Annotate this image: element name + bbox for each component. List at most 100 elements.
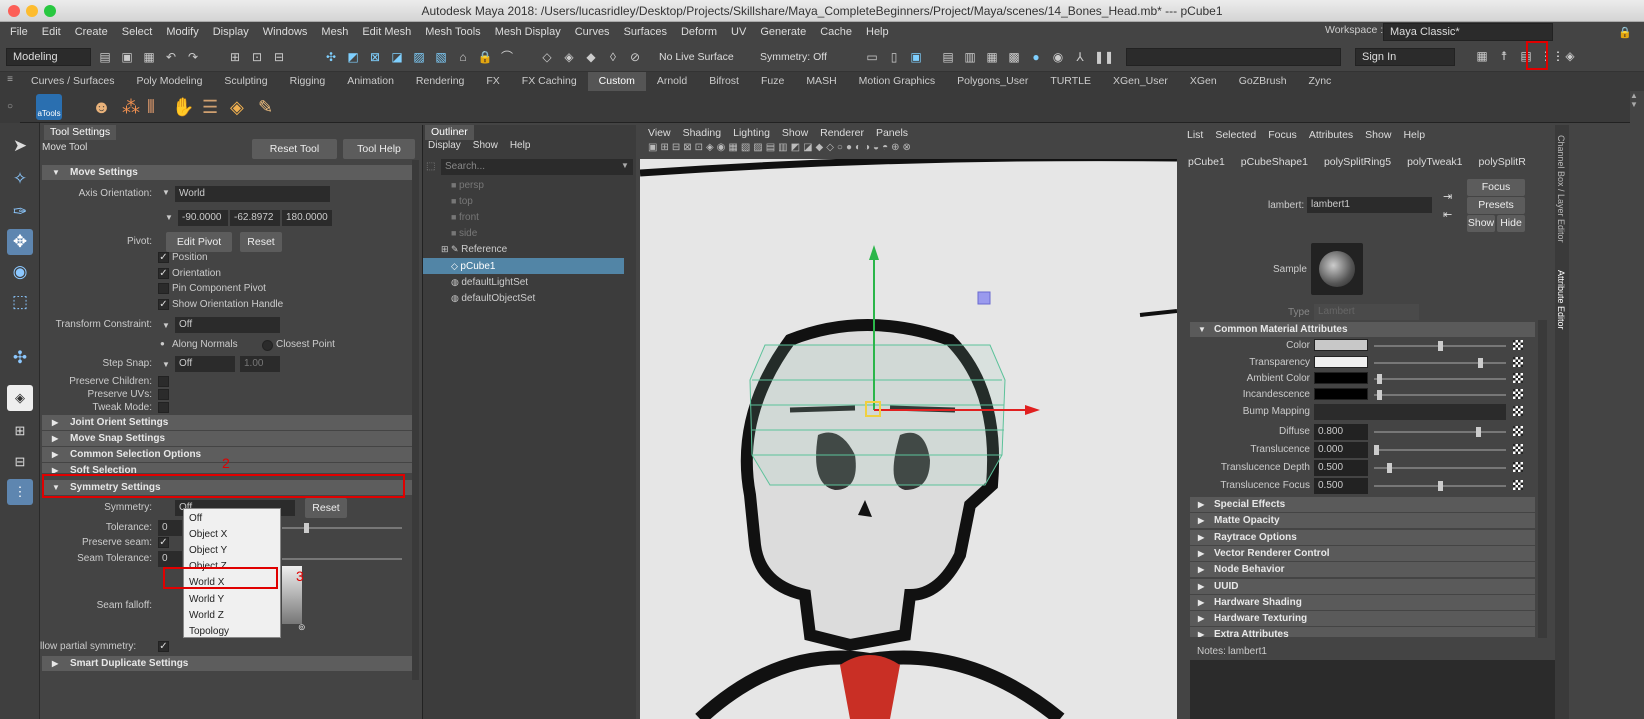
select-hierarchy-icon[interactable]: ⊞ (227, 49, 243, 65)
hypershade-icon[interactable]: ▥ (962, 49, 978, 65)
step-snap-dropdown[interactable]: Off (175, 356, 235, 372)
sphere-icon[interactable]: ● (1028, 49, 1044, 65)
shelf-tab[interactable]: Poly Modeling (125, 72, 213, 91)
symmetry-option[interactable]: World Y (189, 592, 224, 608)
menu-item[interactable]: Mesh Tools (425, 26, 480, 38)
magnet-icon[interactable]: ⌒ (499, 49, 515, 65)
menu-item[interactable]: Select (122, 26, 153, 38)
ae-node-tab[interactable]: pCubeShape1 (1241, 156, 1308, 168)
shelf-tab[interactable]: Arnold (646, 72, 698, 91)
outliner-item[interactable]: ■ front (451, 209, 479, 225)
bump-mapping-field[interactable] (1314, 404, 1506, 420)
new-scene-icon[interactable]: ▤ (97, 49, 113, 65)
render-icon[interactable]: ▭ (864, 49, 880, 65)
bind-skin-icon[interactable]: ✋ (172, 97, 194, 118)
ae-node-tab[interactable]: polySplitRing5 (1324, 156, 1391, 168)
presets-button[interactable]: Presets (1467, 197, 1525, 214)
shelf-tab[interactable]: XGen_User (1102, 72, 1179, 91)
close-window-button[interactable] (8, 5, 20, 17)
shelf-tab[interactable]: Custom (587, 72, 646, 91)
lambert-name-field[interactable]: lambert1 (1307, 197, 1432, 213)
select-component-icon[interactable]: ⊟ (271, 49, 287, 65)
symmetry-status[interactable]: Symmetry: Off (760, 51, 850, 63)
hide-button[interactable]: Hide (1497, 215, 1525, 232)
undo-icon[interactable]: ↶ (163, 49, 179, 65)
shelf-menu-icon[interactable]: ○ (0, 101, 20, 112)
menu-item[interactable]: Curves (575, 26, 610, 38)
character-icon[interactable]: ☻ (92, 97, 111, 118)
map-button-icon[interactable] (1513, 480, 1523, 490)
symmetry-option[interactable]: World Z (189, 608, 224, 624)
map-button-icon[interactable] (1513, 340, 1523, 350)
reset-tool-button[interactable]: Reset Tool (252, 139, 337, 159)
axis-z-field[interactable]: 180.0000 (282, 210, 332, 226)
pause-icon[interactable]: ❚❚ (1094, 49, 1114, 65)
diffuse-slider[interactable] (1374, 427, 1506, 437)
select-object-icon[interactable]: ⊡ (249, 49, 265, 65)
show-orientation-handle-checkbox[interactable]: ✓ (158, 299, 169, 310)
slider-knob[interactable] (1377, 390, 1382, 400)
menu-item[interactable]: Help (866, 26, 889, 38)
pin-component-pivot-checkbox[interactable] (158, 283, 169, 294)
render-settings-icon[interactable]: ▤ (940, 49, 956, 65)
snap-plane-icon[interactable]: ▧ (433, 49, 449, 65)
outliner-tab[interactable]: Outliner (425, 125, 474, 140)
preserve-seam-checkbox[interactable]: ✓ (158, 537, 169, 548)
map-button-icon[interactable] (1513, 426, 1523, 436)
preserve-children-checkbox[interactable] (158, 376, 169, 387)
output-connection-icon[interactable]: ⇤ (1443, 208, 1452, 221)
tolerance-field[interactable]: 0 (158, 520, 182, 536)
step-snap-value[interactable]: 1.00 (240, 356, 280, 372)
open-scene-icon[interactable]: ▣ (119, 49, 135, 65)
outliner-menu-item[interactable]: Help (510, 140, 531, 151)
ae-node-tab[interactable]: polySplitR (1479, 156, 1526, 168)
render-view-icon[interactable]: ▦ (984, 49, 1000, 65)
shelf-tab[interactable]: Animation (336, 72, 405, 91)
curve-point-icon[interactable]: ⊚ (298, 622, 306, 633)
history-icon[interactable]: ⌂ (455, 49, 471, 65)
outliner-item[interactable]: ◇ pCube1 (423, 258, 624, 274)
ae-section[interactable]: ▶ Hardware Shading (1190, 594, 1535, 610)
channel-box-toggle-icon[interactable]: ◈ (1562, 48, 1578, 64)
tolerance-slider[interactable] (282, 523, 402, 533)
menu-item[interactable]: Display (213, 26, 249, 38)
pencil-icon[interactable]: ✎ (258, 97, 273, 118)
four-view-icon[interactable]: ⊞ (7, 418, 33, 444)
live-surface-label[interactable]: No Live Surface (659, 51, 744, 63)
tool-settings-tab[interactable]: Tool Settings (44, 125, 117, 140)
camera-icon[interactable]: ◉ (1050, 49, 1066, 65)
transparency-slider[interactable] (1374, 358, 1506, 368)
ae-node-tab[interactable]: pCube1 (1188, 156, 1225, 168)
shelf-tab[interactable]: Sculpting (213, 72, 278, 91)
modeling-toolkit-icon[interactable]: ▦ (1474, 48, 1490, 64)
menu-item[interactable]: Mesh Display (495, 26, 561, 38)
search-dropdown-icon[interactable]: ▼ (621, 161, 629, 170)
ae-section[interactable]: ▶ UUID (1190, 578, 1535, 594)
transform-constraint-dropdown[interactable]: Off (175, 317, 280, 333)
closest-point-radio[interactable] (262, 340, 273, 351)
color-swatch[interactable] (1314, 339, 1368, 351)
ae-section[interactable]: ▶ Node Behavior (1190, 562, 1535, 578)
pivot-reset-button[interactable]: Reset (240, 232, 282, 252)
slider-knob[interactable] (1438, 481, 1443, 491)
map-button-icon[interactable] (1513, 406, 1523, 416)
material-sample-swatch[interactable] (1311, 243, 1363, 295)
common-material-section[interactable]: ▼ Common Material Attributes (1190, 322, 1535, 337)
slider-knob[interactable] (1438, 341, 1443, 351)
atools-icon[interactable]: aTools (36, 94, 62, 120)
shelf-tab[interactable]: XGen (1179, 72, 1228, 91)
shelf-tab[interactable]: FX (475, 72, 510, 91)
slider-knob[interactable] (1387, 463, 1392, 473)
outliner-layout-icon[interactable]: ⋮ (7, 479, 33, 505)
notes-field[interactable] (1190, 660, 1555, 719)
translucence-field[interactable]: 0.000 (1314, 442, 1368, 458)
attribute-editor-scrollbar[interactable] (1538, 320, 1547, 638)
ae-menu-item[interactable]: List (1187, 129, 1203, 141)
render-frame-icon[interactable]: ▯ (886, 49, 902, 65)
menu-item[interactable]: Edit Mesh (362, 26, 411, 38)
ae-node-tab[interactable]: polyTweak1 (1407, 156, 1462, 168)
joint-orient-section[interactable]: ▶ Joint Orient Settings (42, 415, 412, 430)
menu-item[interactable]: Generate (760, 26, 806, 38)
menu-item[interactable]: UV (731, 26, 746, 38)
magnet2-icon[interactable]: ◊ (605, 49, 621, 65)
